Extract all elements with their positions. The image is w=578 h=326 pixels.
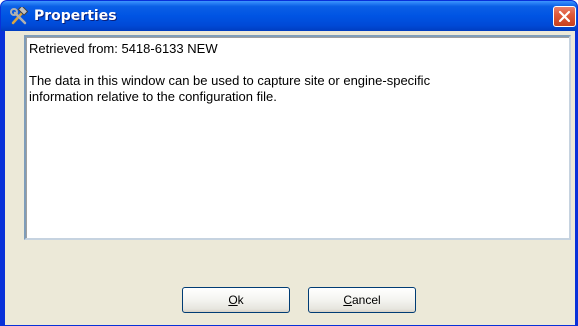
cancel-label-rest: ancel	[351, 293, 381, 307]
cancel-mnemonic: C	[343, 293, 352, 307]
ok-mnemonic: O	[228, 293, 238, 307]
cancel-button[interactable]: Cancel	[308, 287, 416, 313]
ok-label-rest: k	[237, 293, 244, 307]
properties-dialog: Properties Retrieved from: 5418-6133 NEW…	[0, 0, 578, 326]
properties-text-area[interactable]: Retrieved from: 5418-6133 NEW The data i…	[24, 35, 571, 240]
description-line-2: information relative to the configuratio…	[29, 89, 277, 104]
retrieved-from-text: Retrieved from: 5418-6133 NEW	[29, 41, 218, 56]
window-title: Properties	[34, 8, 117, 24]
ok-button[interactable]: Ok	[182, 287, 290, 313]
description-line-1: The data in this window can be used to c…	[29, 73, 431, 88]
close-button[interactable]	[553, 6, 576, 27]
title-bar[interactable]: Properties	[1, 1, 577, 31]
close-icon	[558, 10, 571, 23]
tools-icon	[9, 5, 29, 25]
